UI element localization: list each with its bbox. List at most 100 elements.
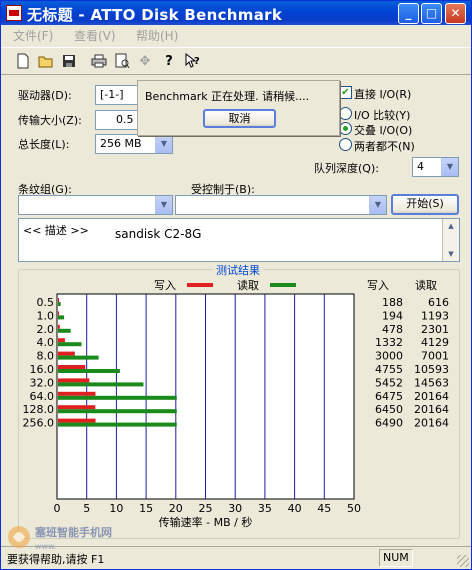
- write-value: 1332: [375, 336, 403, 349]
- write-bar: [58, 418, 96, 423]
- queue-depth-label: 队列深度(Q):: [314, 162, 379, 175]
- overlapped-io-label: 交叠 I/O(O): [354, 124, 413, 137]
- svg-text:?: ?: [194, 56, 200, 67]
- x-tick-label: 5: [83, 502, 90, 515]
- open-icon[interactable]: [37, 53, 55, 71]
- read-value: 20164: [414, 417, 449, 430]
- read-bar: [58, 302, 61, 306]
- title-bar[interactable]: 无标题 - ATTO Disk Benchmark _ □ ✕: [1, 1, 471, 25]
- write-value: 6475: [375, 390, 403, 403]
- menu-file[interactable]: 文件(F): [13, 27, 53, 44]
- scroll-up-icon[interactable]: ▲: [443, 219, 459, 233]
- io-compare-radio[interactable]: [339, 107, 352, 120]
- read-value: 616: [428, 296, 449, 309]
- x-tick-label: 50: [347, 502, 361, 515]
- write-bar: [58, 391, 96, 396]
- direct-io-label: 直接 I/O(R): [354, 88, 412, 101]
- write-value: 6490: [375, 417, 403, 430]
- write-value: 6450: [375, 403, 403, 416]
- read-bar: [58, 369, 120, 373]
- print-preview-icon[interactable]: [113, 53, 131, 71]
- controlled-by-select[interactable]: ▼: [175, 195, 387, 215]
- read-bar: [58, 382, 144, 387]
- chevron-down-icon[interactable]: ▼: [369, 196, 386, 214]
- transfer-size-select[interactable]: 0.5: [95, 110, 141, 130]
- y-category-label: 1.0: [37, 309, 55, 322]
- x-tick-label: 0: [54, 502, 61, 515]
- read-bar: [58, 355, 99, 360]
- write-value: 478: [382, 323, 403, 336]
- drive-select[interactable]: [-1-]: [95, 85, 141, 105]
- resize-grip[interactable]: [457, 555, 469, 567]
- direct-io-checkbox[interactable]: ✔: [339, 86, 352, 99]
- y-category-label: 256.0: [23, 417, 55, 430]
- app-window: 无标题 - ATTO Disk Benchmark _ □ ✕ 文件(F) 查看…: [0, 0, 472, 570]
- y-category-label: 4.0: [37, 336, 55, 349]
- menu-view[interactable]: 查看(V): [74, 27, 116, 44]
- write-bar: [58, 351, 75, 356]
- write-value: 3000: [375, 350, 403, 363]
- read-value: 1193: [421, 309, 449, 322]
- print-icon[interactable]: [90, 53, 108, 71]
- read-value: 4129: [421, 336, 449, 349]
- scroll-down-icon[interactable]: ▼: [443, 247, 459, 261]
- cancel-button[interactable]: 取消: [203, 109, 276, 128]
- close-button[interactable]: ✕: [445, 3, 466, 24]
- description-scrollbar[interactable]: ▲ ▼: [442, 219, 459, 261]
- help-icon[interactable]: ?: [160, 53, 178, 71]
- toolbar: ✥ ? ?: [1, 47, 471, 75]
- x-tick-label: 35: [258, 502, 272, 515]
- read-bar: [58, 409, 177, 414]
- progress-message: Benchmark 正在处理. 请稍候....: [145, 90, 310, 103]
- x-axis-label: 传输速率 - MB / 秒: [159, 515, 253, 529]
- queue-depth-select[interactable]: 4 ▼: [412, 157, 459, 177]
- neither-radio[interactable]: [339, 138, 352, 151]
- queue-depth-value: 4: [417, 160, 424, 173]
- write-bar: [58, 324, 60, 329]
- read-bar: [58, 395, 177, 400]
- read-value: 7001: [421, 350, 449, 363]
- read-bar: [58, 342, 82, 347]
- y-category-label: 8.0: [37, 350, 55, 363]
- save-icon[interactable]: [60, 53, 78, 71]
- window-title: 无标题 - ATTO Disk Benchmark: [27, 6, 283, 24]
- drive-value: [-1-]: [100, 88, 124, 101]
- read-bar: [58, 315, 65, 320]
- chevron-down-icon[interactable]: ▼: [155, 135, 172, 153]
- x-tick-label: 10: [109, 502, 123, 515]
- read-value: 14563: [414, 376, 449, 389]
- y-category-label: 16.0: [30, 363, 55, 376]
- menu-help[interactable]: 帮助(H): [136, 27, 178, 44]
- legend-read-swatch: [270, 283, 296, 287]
- description-label: << 描述 >>: [23, 224, 89, 237]
- write-value: 188: [382, 296, 403, 309]
- chevron-down-icon[interactable]: ▼: [441, 158, 458, 176]
- results-chart: 0 5 10 15 20 25 30 35 40 45 50 传输速率 - MB / 秒 0.5 188 6…: [23, 293, 449, 529]
- stripe-group-select[interactable]: ▼: [18, 195, 173, 215]
- write-bar: [58, 365, 86, 369]
- start-button[interactable]: 开始(S): [391, 194, 459, 215]
- results-title: 测试结果: [213, 262, 263, 278]
- app-icon[interactable]: [6, 5, 22, 21]
- write-bar: [58, 298, 59, 302]
- write-value: 5452: [375, 376, 403, 389]
- x-tick-label: 15: [139, 502, 153, 515]
- description-box[interactable]: << 描述 >> sandisk C2-8G ▲ ▼: [18, 218, 460, 262]
- drive-label: 驱动器(D):: [18, 89, 72, 102]
- chevron-down-icon[interactable]: ▼: [155, 196, 172, 214]
- new-icon[interactable]: [14, 53, 32, 71]
- write-bar: [58, 405, 96, 410]
- total-length-select[interactable]: 256 MB ▼: [95, 134, 173, 154]
- watermark: 塞班智能手机网 www.: [8, 525, 112, 551]
- context-help-icon[interactable]: ?: [183, 52, 201, 71]
- read-value: 10593: [414, 363, 449, 376]
- total-length-value: 256 MB: [100, 137, 142, 150]
- move-icon[interactable]: ✥: [136, 53, 154, 71]
- num-lock-indicator: NUM: [379, 549, 413, 567]
- minimize-button[interactable]: _: [398, 3, 419, 24]
- maximize-button[interactable]: □: [421, 3, 442, 24]
- overlapped-io-radio[interactable]: [339, 122, 352, 135]
- write-bar: [58, 338, 65, 343]
- y-category-label: 32.0: [30, 376, 55, 389]
- transfer-size-value: 0.5: [116, 113, 134, 126]
